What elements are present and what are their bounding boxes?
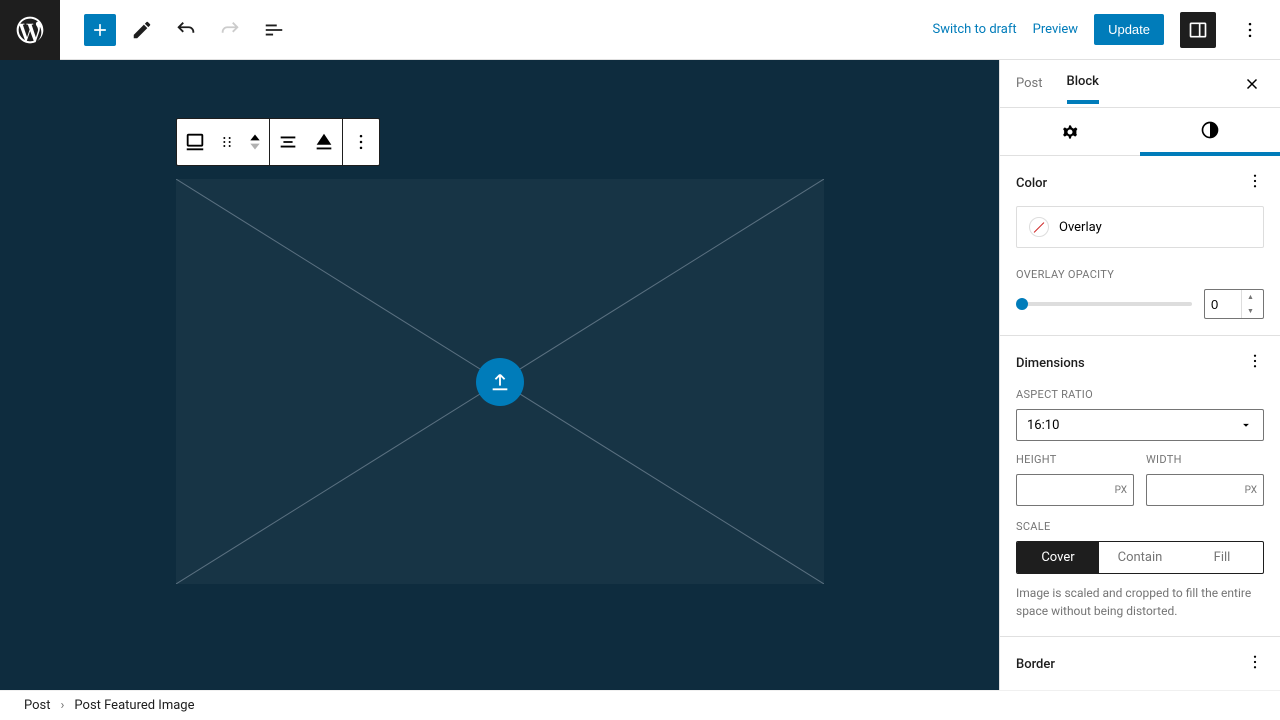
block-type-button[interactable] — [177, 119, 213, 165]
opacity-slider[interactable] — [1016, 302, 1192, 306]
aspect-ratio-label: ASPECT RATIO — [1016, 388, 1264, 401]
tab-block[interactable]: Block — [1067, 60, 1099, 107]
overlay-color-field[interactable]: Overlay — [1016, 206, 1264, 248]
color-panel-menu[interactable] — [1246, 172, 1264, 194]
scale-help-text: Image is scaled and cropped to fill the … — [1016, 584, 1264, 620]
gear-icon — [1060, 122, 1080, 142]
dimensions-panel-menu[interactable] — [1246, 352, 1264, 374]
chevron-down-icon — [1239, 418, 1253, 432]
scale-cover-button[interactable]: Cover — [1017, 542, 1099, 573]
breadcrumb-featured-image[interactable]: Post Featured Image — [74, 698, 194, 713]
top-toolbar: Switch to draft Preview Update — [0, 0, 1280, 60]
move-down-icon — [248, 141, 262, 151]
aspect-ratio-select[interactable]: 16:10 — [1016, 409, 1264, 441]
stepper-down[interactable]: ▼ — [1242, 304, 1259, 318]
breadcrumb-post[interactable]: Post — [24, 698, 51, 713]
update-button[interactable]: Update — [1094, 14, 1164, 45]
tab-post[interactable]: Post — [1016, 62, 1043, 105]
preview-button[interactable]: Preview — [1033, 22, 1078, 37]
breadcrumb: Post › Post Featured Image — [0, 690, 1280, 720]
editor-canvas — [0, 60, 999, 690]
settings-sidebar: Post Block Color Overlay OVERLAY OPACITY — [999, 60, 1280, 692]
add-block-button[interactable] — [84, 14, 116, 46]
more-options-button[interactable] — [1232, 12, 1268, 48]
tools-button[interactable] — [124, 12, 160, 48]
opacity-input[interactable]: ▲▼ — [1204, 289, 1264, 319]
contrast-icon — [1200, 120, 1220, 140]
redo-button[interactable] — [212, 12, 248, 48]
chevron-right-icon: › — [61, 698, 65, 713]
color-swatch-icon — [1029, 217, 1049, 237]
dimensions-panel: Dimensions ASPECT RATIO 16:10 HEIGHT PX … — [1000, 336, 1280, 637]
upload-button[interactable] — [476, 358, 524, 406]
dimensions-panel-title: Dimensions — [1016, 356, 1085, 371]
upload-icon — [489, 371, 511, 393]
replace-button[interactable] — [306, 119, 342, 165]
width-input[interactable]: PX — [1146, 474, 1264, 506]
block-toolbar — [176, 118, 380, 166]
scale-toggle-group: Cover Contain Fill — [1016, 541, 1264, 574]
width-label: WIDTH — [1146, 453, 1264, 466]
move-buttons[interactable] — [241, 119, 269, 165]
undo-button[interactable] — [168, 12, 204, 48]
drag-handle-button[interactable] — [213, 119, 241, 165]
height-input[interactable]: PX — [1016, 474, 1134, 506]
align-button[interactable] — [270, 119, 306, 165]
scale-fill-button[interactable]: Fill — [1181, 542, 1263, 573]
opacity-label: OVERLAY OPACITY — [1016, 268, 1264, 281]
block-more-button[interactable] — [343, 119, 379, 165]
scale-contain-button[interactable]: Contain — [1099, 542, 1181, 573]
border-panel-menu[interactable] — [1246, 653, 1264, 675]
border-panel: Border — [1000, 637, 1280, 692]
styles-subtab[interactable] — [1140, 108, 1280, 156]
scale-label: SCALE — [1016, 520, 1264, 533]
featured-image-placeholder[interactable] — [176, 179, 824, 584]
wordpress-logo[interactable] — [0, 0, 60, 60]
list-view-button[interactable] — [256, 12, 292, 48]
color-panel-title: Color — [1016, 176, 1047, 191]
sidebar-toggle-button[interactable] — [1180, 12, 1216, 48]
close-sidebar-button[interactable] — [1240, 72, 1264, 96]
stepper-up[interactable]: ▲ — [1242, 290, 1259, 304]
settings-subtab[interactable] — [1000, 108, 1140, 155]
switch-to-draft-button[interactable]: Switch to draft — [932, 22, 1016, 37]
border-panel-title: Border — [1016, 657, 1055, 672]
height-label: HEIGHT — [1016, 453, 1134, 466]
color-panel: Color Overlay OVERLAY OPACITY ▲▼ — [1000, 156, 1280, 336]
